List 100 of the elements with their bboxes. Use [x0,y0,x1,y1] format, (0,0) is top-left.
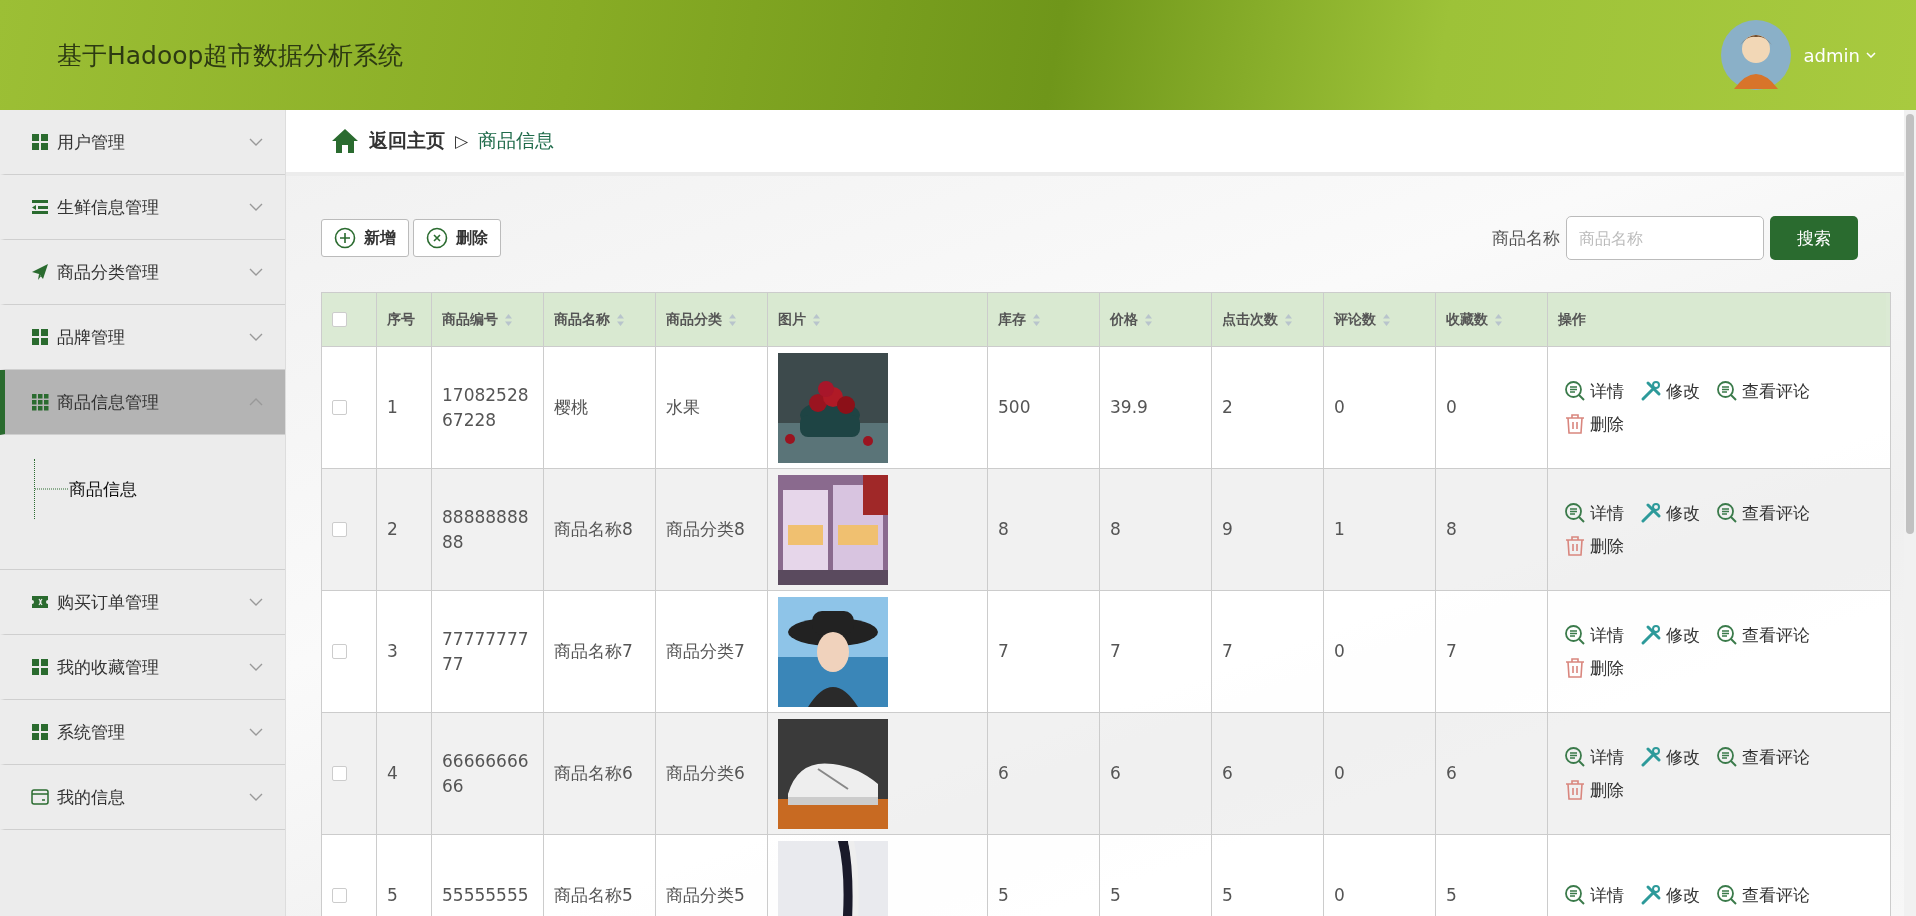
action-link[interactable]: 详情 [1564,622,1624,648]
table-cell-text: 7 [1110,640,1121,664]
checkbox[interactable] [332,400,347,415]
sidebar-item[interactable]: 我的信息 [0,765,285,830]
sort-icon[interactable] [1494,312,1503,327]
chevron-down-icon [249,663,263,671]
tools-icon [1640,380,1662,403]
table-cell-text: 商品分类5 [666,884,745,908]
checkbox[interactable] [332,644,347,659]
search-icon [1716,380,1738,403]
action-link[interactable]: 详情 [1564,883,1624,908]
sort-icon[interactable] [504,312,513,327]
ticket-icon [31,593,49,611]
checkbox[interactable] [332,522,347,537]
column-header: 序号 [387,310,415,330]
sort-icon[interactable] [1144,312,1153,327]
grid-icon [31,328,49,346]
table-cell-text: 水果 [666,396,700,420]
table-cell-text: 商品分类7 [666,640,745,664]
chevron-up-icon [249,398,263,406]
table-cell-text: 8 [998,518,1009,542]
column-header: 评论数 [1334,310,1376,330]
action-link[interactable]: 删除 [1564,777,1624,803]
trash-icon [1564,656,1586,679]
sort-icon[interactable] [1284,312,1293,327]
action-link[interactable]: 详情 [1564,744,1624,770]
sidebar-item[interactable]: 商品分类管理 [0,240,285,305]
search-button[interactable]: 搜索 [1770,216,1858,260]
column-header: 商品编号 [442,310,498,330]
action-link[interactable]: 查看评论 [1716,883,1810,908]
table-cell-text: 4 [387,762,398,786]
action-link[interactable]: 详情 [1564,500,1624,526]
search-field[interactable]: 商品名称 [1566,216,1764,260]
chevron-down-icon [1866,52,1876,58]
search-icon [1564,380,1586,403]
sidebar-item[interactable]: 商品信息管理 [0,370,285,435]
search-icon [1564,884,1586,907]
table-cell-text: 6666666666 [442,749,530,798]
table-cell-text: 55555555 [442,884,529,908]
table-cell-text: 0 [1334,884,1345,908]
sidebar-item[interactable]: 用户管理 [0,110,285,175]
action-link[interactable]: 查看评论 [1716,622,1810,648]
action-link[interactable]: 修改 [1640,744,1700,770]
avatar-icon [1719,19,1792,91]
action-link[interactable]: 查看评论 [1716,500,1810,526]
table-cell-text: 7 [1222,640,1233,664]
delete-button[interactable]: 删除 [413,219,501,257]
search-icon [1564,502,1586,525]
sidebar-item[interactable]: 我的收藏管理 [0,635,285,700]
sidebar-item[interactable]: 生鲜信息管理 [0,175,285,240]
breadcrumb-current: 商品信息 [478,128,555,153]
table-cell-text: 6 [1110,762,1121,786]
action-link[interactable]: 删除 [1564,533,1624,559]
action-link[interactable]: 修改 [1640,500,1700,526]
sort-icon[interactable] [1382,312,1391,327]
table-cell-text: 1 [387,396,398,420]
chevron-down-icon [249,728,263,736]
close-circle-icon [426,227,448,249]
sidebar-item[interactable]: 购买订单管理 [0,570,285,635]
action-link[interactable]: 删除 [1564,411,1624,437]
action-link[interactable]: 查看评论 [1716,744,1810,770]
sort-icon[interactable] [728,312,737,327]
grid-icon [31,723,49,741]
action-link[interactable]: 详情 [1564,378,1624,404]
action-link[interactable]: 修改 [1640,883,1700,908]
table-cell-text: 樱桃 [554,396,588,420]
column-header: 商品名称 [554,310,610,330]
chevron-down-icon [249,138,263,146]
action-link[interactable]: 修改 [1640,378,1700,404]
table-cell-text: 商品名称7 [554,640,633,664]
chevron-down-icon [249,793,263,801]
paper-plane-icon [31,263,49,281]
action-link[interactable]: 查看评论 [1716,378,1810,404]
checkbox[interactable] [332,888,347,903]
app-title: 基于Hadoop超市数据分析系统 [57,39,404,72]
search-icon [1716,502,1738,525]
sort-icon[interactable] [812,312,821,327]
submenu-item[interactable]: 商品信息 [69,477,137,501]
breadcrumb-separator: ▷ [455,131,469,151]
sort-icon[interactable] [616,312,625,327]
tools-icon [1640,746,1662,769]
checkbox[interactable] [332,312,347,327]
table-cell-text: 商品分类6 [666,762,745,786]
home-link[interactable]: 返回主页 [369,128,445,154]
table-cell-text: 500 [998,396,1031,420]
action-link[interactable]: 删除 [1564,655,1624,681]
table-cell-text: 5 [1446,884,1457,908]
sort-icon[interactable] [1032,312,1041,327]
tools-icon [1640,884,1662,907]
table-cell-text: 0 [1334,640,1345,664]
column-header: 收藏数 [1446,310,1488,330]
table-cell-text: 39.9 [1110,396,1148,420]
action-link[interactable]: 修改 [1640,622,1700,648]
checkbox[interactable] [332,766,347,781]
table-cell-text: 2 [1222,396,1233,420]
table-cell-text: 5 [1110,884,1121,908]
chevron-down-icon [249,203,263,211]
sidebar-item[interactable]: 系统管理 [0,700,285,765]
grid-icon [31,133,49,151]
add-button[interactable]: 新增 [321,219,409,257]
